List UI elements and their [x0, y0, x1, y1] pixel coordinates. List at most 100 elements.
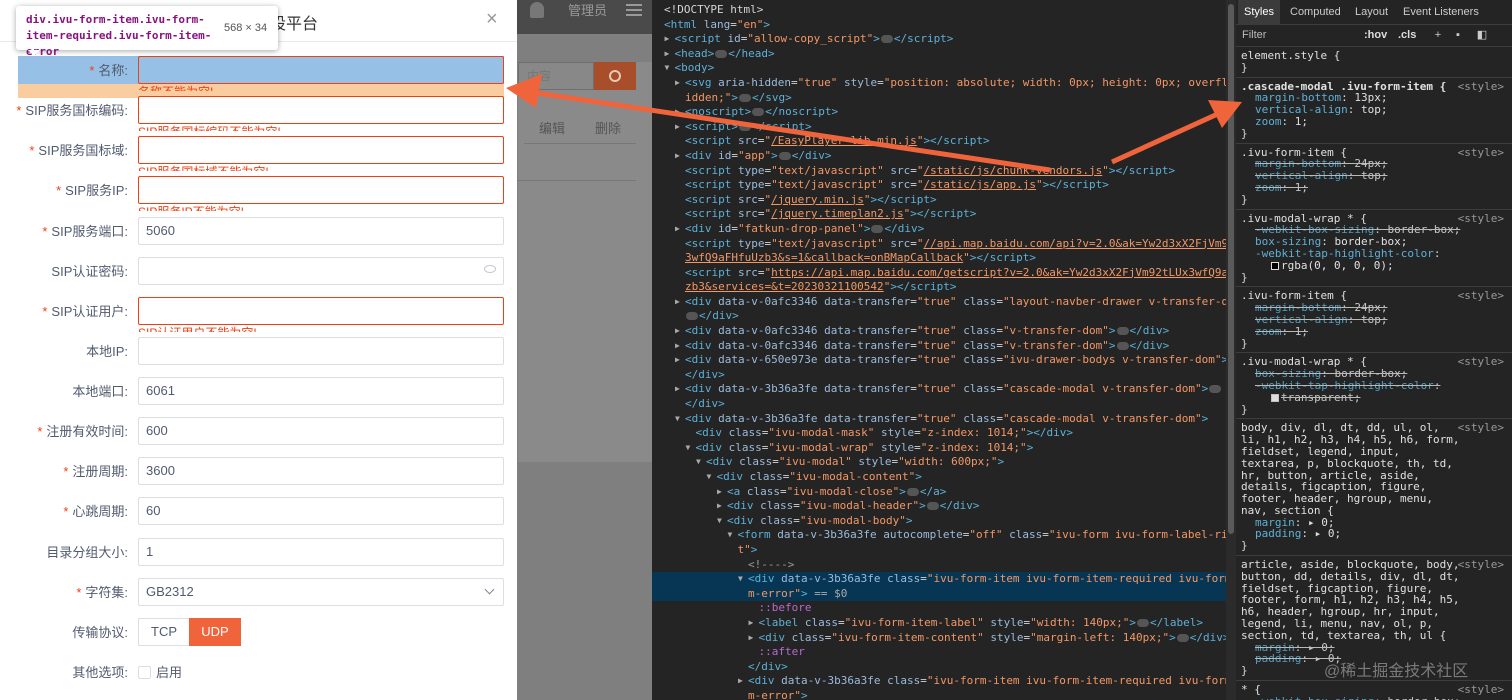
dom-tree-line[interactable]: ▶ <script> </script>: [652, 120, 1232, 135]
dom-tree-line[interactable]: ▶ <svg aria-hidden="true" style="position…: [652, 76, 1232, 91]
dom-tree-line[interactable]: <script src="https://api.map.baidu.com/g…: [652, 266, 1232, 281]
collapse-arrow-icon[interactable]: ▼: [686, 441, 691, 456]
dom-tree-line[interactable]: <!DOCTYPE html>: [652, 3, 1232, 18]
form-input[interactable]: [138, 96, 504, 124]
dom-tree-line[interactable]: ▼ <div class="ivu-modal-wrap" style="z-in…: [652, 441, 1232, 456]
dom-tree-line[interactable]: ▶ <div class="ivu-form-item-content" styl…: [652, 631, 1232, 646]
dom-tree-line[interactable]: ▼ <div data-v-3b36a3fe data-transfer="tru…: [652, 412, 1232, 427]
cls-toggle[interactable]: .cls: [1398, 25, 1416, 46]
form-input[interactable]: [138, 297, 504, 325]
form-input[interactable]: [138, 257, 504, 285]
collapse-arrow-icon[interactable]: ▼: [717, 514, 722, 529]
dom-tree-line[interactable]: ▶ <label class="ivu-form-item-label" styl…: [652, 616, 1232, 631]
charset-select[interactable]: GB2312: [138, 578, 504, 606]
form-input[interactable]: [138, 136, 504, 164]
dom-tree-line[interactable]: <!---->: [652, 558, 1232, 573]
dom-tree-line[interactable]: <script src="/jquery.timeplan2.js"></scr…: [652, 207, 1232, 222]
tab-styles[interactable]: Styles: [1238, 0, 1280, 25]
rule-source[interactable]: <style>: [1458, 559, 1504, 571]
hov-toggle[interactable]: :hov: [1364, 25, 1387, 46]
expand-arrow-icon[interactable]: ▶: [665, 32, 670, 47]
user-name[interactable]: 管理员: [568, 0, 607, 19]
dom-tree-line[interactable]: m-error"> == $0: [652, 586, 1232, 602]
dom-tree-line[interactable]: ▶ <head> </head>: [652, 47, 1232, 62]
close-icon[interactable]: ×: [486, 8, 498, 31]
style-property[interactable]: zoom: 1;: [1241, 325, 1508, 338]
dom-tree-line[interactable]: zb3&services=&t=20230321100542"></script…: [652, 280, 1232, 295]
dom-tree-line[interactable]: ▼ <div class="ivu-modal-body">: [652, 514, 1232, 529]
expand-arrow-icon[interactable]: ▶: [675, 295, 680, 310]
bell-icon[interactable]: [530, 2, 544, 18]
expand-arrow-icon[interactable]: ▶: [675, 149, 680, 164]
rule-source[interactable]: <style>: [1458, 80, 1504, 93]
form-input[interactable]: 60: [138, 497, 504, 525]
dom-tree-line[interactable]: <div class="ivu-modal-mask" style="z-ind…: [652, 426, 1232, 441]
protocol-tcp-button[interactable]: TCP: [138, 618, 190, 646]
form-input[interactable]: 1: [138, 538, 504, 566]
style-property[interactable]: transparent;: [1241, 391, 1508, 404]
dom-tree-line[interactable]: <script type="text/javascript" src="//ap…: [652, 237, 1232, 252]
dom-tree-line[interactable]: idden;"> </svg>: [652, 91, 1232, 106]
dom-tree-line[interactable]: 3wfQ9aFHfuUzb3&s=1&callback=onBMapCallba…: [652, 251, 1232, 266]
dom-tree-line[interactable]: ▶ <div class="ivu-modal-header"> </div>: [652, 499, 1232, 514]
expand-arrow-icon[interactable]: ▶: [675, 105, 680, 120]
rule-source[interactable]: <style>: [1458, 290, 1504, 302]
dom-tree-line[interactable]: <script src="/jquery.min.js"></script>: [652, 193, 1232, 208]
rule-source[interactable]: <style>: [1458, 146, 1504, 159]
dom-tree-line[interactable]: </div>: [652, 368, 1232, 383]
color-swatch[interactable]: [1271, 393, 1279, 402]
dom-tree-line[interactable]: ▶ <div data-v-0afc3346 data-transfer="tru…: [652, 339, 1232, 354]
collapse-arrow-icon[interactable]: ▼: [707, 470, 712, 485]
dom-tree-line[interactable]: </div>: [652, 660, 1232, 675]
style-rule[interactable]: * {<style>-webkit-box-sizing: border-box…: [1236, 681, 1512, 700]
style-property[interactable]: -webkit-box-sizing: border-box;: [1241, 224, 1508, 236]
scrollbar-thumb[interactable]: [1228, 4, 1234, 534]
collapse-arrow-icon[interactable]: ▼: [665, 61, 670, 76]
rule-source[interactable]: <style>: [1458, 212, 1504, 225]
form-input[interactable]: 5060: [138, 217, 504, 245]
dom-tree-line[interactable]: ::after: [652, 645, 1232, 660]
expand-arrow-icon[interactable]: ▶: [675, 382, 680, 397]
expand-arrow-icon[interactable]: ▶: [675, 353, 680, 368]
collapse-arrow-icon[interactable]: ▼: [696, 455, 701, 470]
expand-arrow-icon[interactable]: ▶: [675, 76, 680, 91]
dom-tree-line[interactable]: ▼ <div class="ivu-modal" style="width: 60…: [652, 455, 1232, 470]
dom-tree-line[interactable]: </div>: [652, 397, 1232, 412]
dom-tree-line[interactable]: <script type="text/javascript" src="/sta…: [652, 164, 1232, 179]
expand-arrow-icon[interactable]: ▶: [675, 324, 680, 339]
style-property[interactable]: zoom: 1;: [1241, 182, 1508, 194]
form-input[interactable]: [138, 56, 504, 84]
expand-arrow-icon[interactable]: ▶: [665, 47, 670, 62]
expand-arrow-icon[interactable]: ▶: [675, 120, 680, 135]
eye-icon[interactable]: [484, 265, 496, 273]
form-input[interactable]: 3600: [138, 457, 504, 485]
dom-tree-line[interactable]: <script src="/EasyPlayer-lib.min.js"></s…: [652, 134, 1232, 149]
expand-arrow-icon[interactable]: ▶: [717, 485, 722, 500]
style-rule[interactable]: .ivu-modal-wrap * {<style> box-sizing: bo…: [1236, 353, 1512, 420]
expand-arrow-icon[interactable]: ▶: [675, 222, 680, 237]
style-rule[interactable]: .ivu-form-item {<style> margin-bottom: 24…: [1236, 144, 1512, 210]
expand-arrow-icon[interactable]: ▶: [749, 631, 754, 646]
rule-source[interactable]: <style>: [1458, 422, 1504, 434]
dom-tree-line[interactable]: ▼ <body>: [652, 61, 1232, 76]
style-rule[interactable]: .ivu-modal-wrap * {<style> -webkit-box-si…: [1236, 210, 1512, 288]
enable-checkbox[interactable]: [138, 666, 151, 679]
paint-icon[interactable]: ▪: [1452, 29, 1464, 41]
style-rule[interactable]: .ivu-form-item {<style> margin-bottom: 24…: [1236, 287, 1512, 354]
dom-tree-line[interactable]: ▶ <noscript> </noscript>: [652, 105, 1232, 120]
dom-tree-line[interactable]: ▶ <div data-v-3b36a3fe data-transfer="tru…: [652, 382, 1232, 397]
collapse-arrow-icon[interactable]: ▼: [738, 572, 743, 587]
style-rule[interactable]: element.style {}: [1236, 47, 1512, 78]
search-button[interactable]: [594, 62, 636, 90]
dom-tree-line[interactable]: <html lang="en">: [652, 18, 1232, 33]
protocol-udp-button[interactable]: UDP: [189, 618, 241, 646]
dom-tree-line[interactable]: </div>: [652, 309, 1232, 324]
form-input[interactable]: [138, 337, 504, 365]
form-input[interactable]: [138, 176, 504, 204]
dom-tree-line[interactable]: m-error">: [652, 689, 1232, 700]
dom-tree-line[interactable]: ▶ <div id="app"> </div>: [652, 149, 1232, 164]
rule-source[interactable]: <style>: [1458, 684, 1504, 696]
dom-tree-line[interactable]: ▶ <script id="allow-copy_script"> </script…: [652, 32, 1232, 47]
rule-source[interactable]: <style>: [1458, 356, 1504, 368]
menu-icon[interactable]: [626, 4, 642, 6]
